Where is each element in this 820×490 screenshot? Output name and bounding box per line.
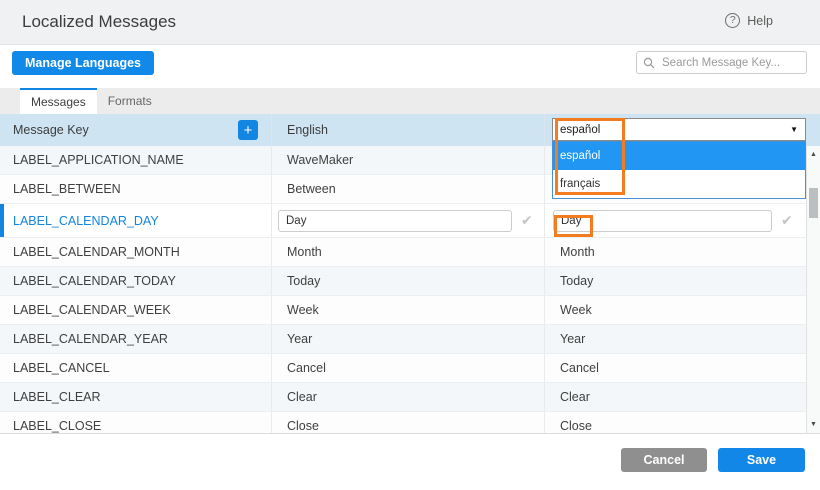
table-row[interactable]: LABEL_CALENDAR_YEAR Year Year: [0, 325, 820, 354]
english-value: Year: [287, 332, 312, 346]
tab-formats[interactable]: Formats: [97, 88, 163, 114]
message-key-label: LABEL_BETWEEN: [13, 182, 121, 196]
cancel-button[interactable]: Cancel: [621, 448, 707, 472]
message-key-label: LABEL_CALENDAR_YEAR: [13, 332, 168, 346]
language-select-value: español: [560, 124, 600, 136]
column-header-english: English: [272, 114, 545, 146]
message-key-label: LABEL_CLOSE: [13, 419, 101, 433]
language-dropdown: españolfrançais: [552, 141, 806, 199]
english-header-label: English: [287, 123, 328, 137]
english-value: Clear: [287, 390, 317, 404]
table-row[interactable]: LABEL_CLOSE Close Close: [0, 412, 820, 434]
language-value-input[interactable]: [553, 210, 772, 232]
message-key-header-label: Message Key: [13, 123, 89, 137]
add-message-key-button[interactable]: +: [238, 120, 258, 140]
scroll-up-icon[interactable]: ▲: [807, 151, 820, 158]
language-value: Year: [560, 332, 585, 346]
message-key-label: LABEL_APPLICATION_NAME: [13, 153, 184, 167]
column-header-message-key: Message Key +: [0, 114, 272, 146]
search-input[interactable]: [660, 56, 800, 70]
english-value: WaveMaker: [287, 153, 353, 167]
language-value: Cancel: [560, 361, 599, 375]
tab-strip: Messages Formats: [0, 88, 820, 114]
title-bar: Localized Messages ? Help: [0, 0, 820, 45]
table-row[interactable]: LABEL_CALENDAR_MONTH Month Month: [0, 238, 820, 267]
language-value: Clear: [560, 390, 590, 404]
language-value: Today: [560, 274, 593, 288]
search-icon: [643, 57, 655, 69]
message-key-label: LABEL_CALENDAR_TODAY: [13, 274, 176, 288]
language-option[interactable]: français: [553, 170, 805, 198]
english-value: Month: [287, 245, 322, 259]
table-row[interactable]: LABEL_CANCEL Cancel Cancel: [0, 354, 820, 383]
language-value: Week: [560, 303, 592, 317]
language-select[interactable]: español ▼: [552, 118, 806, 141]
save-button[interactable]: Save: [718, 448, 805, 472]
confirm-check-icon[interactable]: ✔: [781, 212, 793, 229]
page-title: Localized Messages: [22, 12, 176, 32]
help-label: Help: [747, 14, 773, 28]
english-value: Cancel: [287, 361, 326, 375]
caret-down-icon: ▼: [790, 125, 798, 134]
message-key-label: LABEL_CANCEL: [13, 361, 110, 375]
language-value: Close: [560, 419, 592, 433]
table-row[interactable]: LABEL_CALENDAR_WEEK Week Week: [0, 296, 820, 325]
tab-messages[interactable]: Messages: [20, 88, 97, 114]
help-question-icon: ?: [725, 13, 740, 28]
table-row[interactable]: LABEL_CALENDAR_DAY ✔ ✔: [0, 204, 820, 238]
english-value: Close: [287, 419, 319, 433]
english-value-input[interactable]: [278, 210, 512, 232]
search-box[interactable]: [636, 51, 807, 74]
message-key-label: LABEL_CALENDAR_DAY: [13, 214, 159, 228]
scroll-down-icon[interactable]: ▼: [807, 421, 820, 428]
confirm-check-icon[interactable]: ✔: [521, 212, 533, 229]
table-scrollbar[interactable]: ▲ ▼: [806, 146, 820, 433]
message-key-label: LABEL_CALENDAR_MONTH: [13, 245, 180, 259]
message-key-label: LABEL_CALENDAR_WEEK: [13, 303, 171, 317]
table-row[interactable]: LABEL_CLEAR Clear Clear: [0, 383, 820, 412]
english-value: Today: [287, 274, 320, 288]
english-value: Between: [287, 182, 336, 196]
message-key-label: LABEL_CLEAR: [13, 390, 101, 404]
english-value: Week: [287, 303, 319, 317]
scrollbar-thumb[interactable]: [809, 188, 818, 218]
table-row[interactable]: LABEL_CALENDAR_TODAY Today Today: [0, 267, 820, 296]
help-link[interactable]: ? Help: [725, 13, 773, 28]
language-option[interactable]: español: [553, 142, 805, 170]
manage-languages-button[interactable]: Manage Languages: [12, 51, 154, 75]
language-value: Month: [560, 245, 595, 259]
localized-messages-dialog: Localized Messages ? Help Manage Languag…: [0, 0, 820, 490]
